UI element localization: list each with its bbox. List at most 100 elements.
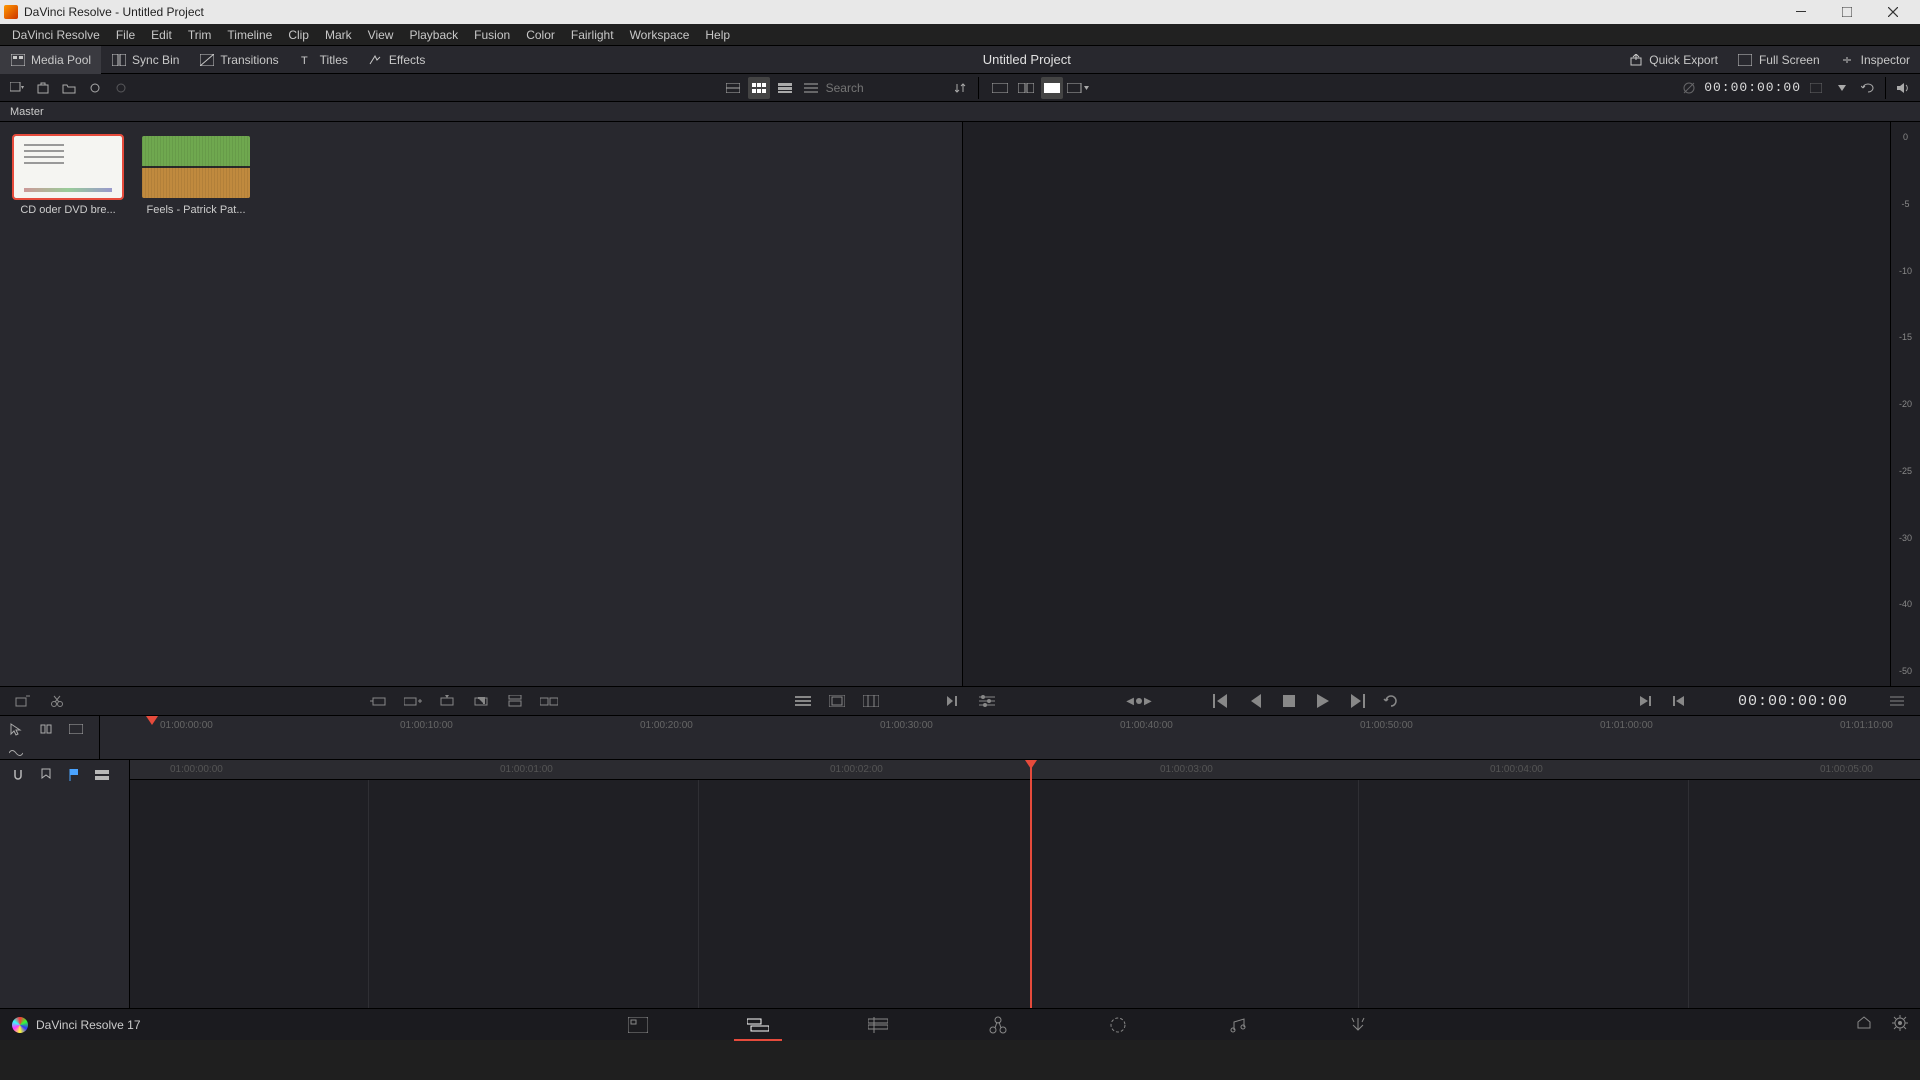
color-page-button[interactable] (1088, 1009, 1148, 1041)
go-last-button[interactable] (1344, 690, 1370, 712)
timeline-trim-tool[interactable] (34, 720, 58, 738)
timeline-tracks[interactable]: 01:00:00:00 01:00:01:00 01:00:02:00 01:0… (130, 760, 1920, 1008)
transitions-toggle[interactable]: Transitions (189, 46, 288, 74)
split-clip-button[interactable] (44, 690, 70, 712)
media-page-button[interactable] (608, 1009, 668, 1041)
titles-icon: T (299, 52, 314, 67)
single-viewer-button[interactable] (1041, 77, 1063, 99)
sync-clip-button[interactable] (84, 77, 106, 99)
go-first-button[interactable] (1208, 690, 1234, 712)
list-view-button[interactable] (800, 77, 822, 99)
marker-button[interactable] (36, 766, 56, 784)
record-vo-button[interactable] (110, 77, 132, 99)
search-input[interactable] (826, 81, 946, 95)
lower-playhead[interactable] (1030, 760, 1032, 1008)
menu-help[interactable]: Help (697, 24, 738, 46)
clip-nav: ◀ ▶ (1126, 696, 1151, 707)
timecode-mode-button[interactable] (1805, 77, 1827, 99)
media-pool-toggle[interactable]: Media Pool (0, 46, 101, 74)
tracks-body[interactable] (130, 780, 1920, 1008)
menu-davinci-resolve[interactable]: DaVinci Resolve (4, 24, 108, 46)
video-only-button[interactable] (64, 720, 88, 738)
import-media-button[interactable] (32, 77, 54, 99)
menu-edit[interactable]: Edit (143, 24, 180, 46)
strip-view-button[interactable] (774, 77, 796, 99)
source-overwrite-button[interactable] (536, 690, 562, 712)
menu-workspace[interactable]: Workspace (622, 24, 698, 46)
quick-export-button[interactable]: Quick Export (1618, 46, 1728, 74)
close-up-button[interactable] (468, 690, 494, 712)
bin-breadcrumb[interactable]: Master (0, 102, 1920, 122)
import-folder-button[interactable] (58, 77, 80, 99)
effects-toggle[interactable]: Effects (358, 46, 435, 74)
full-screen-button[interactable]: Full Screen (1728, 46, 1830, 74)
menu-timeline[interactable]: Timeline (219, 24, 280, 46)
timeline-options-button[interactable] (1884, 690, 1910, 712)
close-button[interactable] (1870, 0, 1916, 24)
project-title: Untitled Project (435, 52, 1618, 67)
menu-file[interactable]: File (108, 24, 143, 46)
stop-button[interactable] (1276, 690, 1302, 712)
loop-playback-button[interactable] (1378, 690, 1404, 712)
boring-detector-button[interactable] (10, 690, 36, 712)
viewer-mode-dropdown[interactable] (1067, 77, 1089, 99)
audio-volume-button[interactable] (1892, 77, 1914, 99)
cut-page-button[interactable] (728, 1009, 788, 1041)
snapping-button[interactable] (8, 766, 28, 784)
menu-clip[interactable]: Clip (280, 24, 317, 46)
source-tape-button[interactable] (989, 77, 1011, 99)
prev-clip-button[interactable]: ◀ (1126, 696, 1134, 707)
menu-playback[interactable]: Playback (401, 24, 466, 46)
upper-ruler[interactable]: 01:00:00:00 01:00:10:00 01:00:20:00 01:0… (100, 716, 1920, 759)
play-button[interactable] (1310, 690, 1336, 712)
edit-page-button[interactable] (848, 1009, 908, 1041)
thumbnail-view-button[interactable] (748, 77, 770, 99)
bypass-fx-button[interactable] (1678, 77, 1700, 99)
metadata-view-button[interactable] (722, 77, 744, 99)
safe-area-button[interactable] (824, 690, 850, 712)
dual-viewer-button[interactable] (1015, 77, 1037, 99)
menu-fairlight[interactable]: Fairlight (563, 24, 622, 46)
menu-trim[interactable]: Trim (180, 24, 220, 46)
home-button[interactable] (1856, 1015, 1872, 1034)
append-button[interactable] (400, 690, 426, 712)
menu-fusion[interactable]: Fusion (466, 24, 518, 46)
timecode-dropdown[interactable] (1831, 77, 1853, 99)
inspector-toggle[interactable]: Inspector (1830, 46, 1920, 74)
prev-edit-button[interactable] (1666, 690, 1692, 712)
guides-button[interactable] (858, 690, 884, 712)
audio-sync-button[interactable] (92, 766, 112, 784)
maximize-button[interactable] (1824, 0, 1870, 24)
prev-frame-button[interactable] (1242, 690, 1268, 712)
bin-list-dropdown[interactable] (6, 77, 28, 99)
viewer-timecode[interactable]: 00:00:00:00 (1704, 80, 1801, 95)
viewer-panel[interactable]: 0 -5 -10 -15 -20 -25 -30 -40 -50 (962, 122, 1920, 686)
flag-button[interactable] (64, 766, 84, 784)
timeline-arrow-tool[interactable] (4, 720, 28, 738)
menu-view[interactable]: View (360, 24, 402, 46)
clip-item[interactable]: Feels - Patrick Pat... (142, 136, 250, 216)
upper-playhead[interactable] (146, 716, 158, 725)
minimize-button[interactable] (1778, 0, 1824, 24)
menu-color[interactable]: Color (518, 24, 563, 46)
menu-mark[interactable]: Mark (317, 24, 360, 46)
titles-toggle[interactable]: TTitles (289, 46, 358, 74)
fairlight-page-button[interactable] (1208, 1009, 1268, 1041)
clip-item[interactable]: CD oder DVD bre... (14, 136, 122, 216)
fusion-page-button[interactable] (968, 1009, 1028, 1041)
menu-bar: DaVinci Resolve File Edit Trim Timeline … (0, 24, 1920, 46)
transport-options-button[interactable] (974, 690, 1000, 712)
place-on-top-button[interactable] (502, 690, 528, 712)
timeline-timecode[interactable]: 00:00:00:00 (1738, 693, 1848, 710)
sort-button[interactable] (950, 77, 972, 99)
ripple-overwrite-button[interactable] (434, 690, 460, 712)
sync-bin-toggle[interactable]: Sync Bin (101, 46, 189, 74)
tools-dropdown[interactable] (790, 690, 816, 712)
loop-button[interactable] (1857, 77, 1879, 99)
project-settings-button[interactable] (1892, 1015, 1908, 1034)
next-clip-button[interactable]: ▶ (1144, 696, 1152, 707)
smart-insert-button[interactable] (366, 690, 392, 712)
deliver-page-button[interactable] (1328, 1009, 1388, 1041)
next-edit-button[interactable] (1632, 690, 1658, 712)
fast-review-button[interactable] (940, 690, 966, 712)
